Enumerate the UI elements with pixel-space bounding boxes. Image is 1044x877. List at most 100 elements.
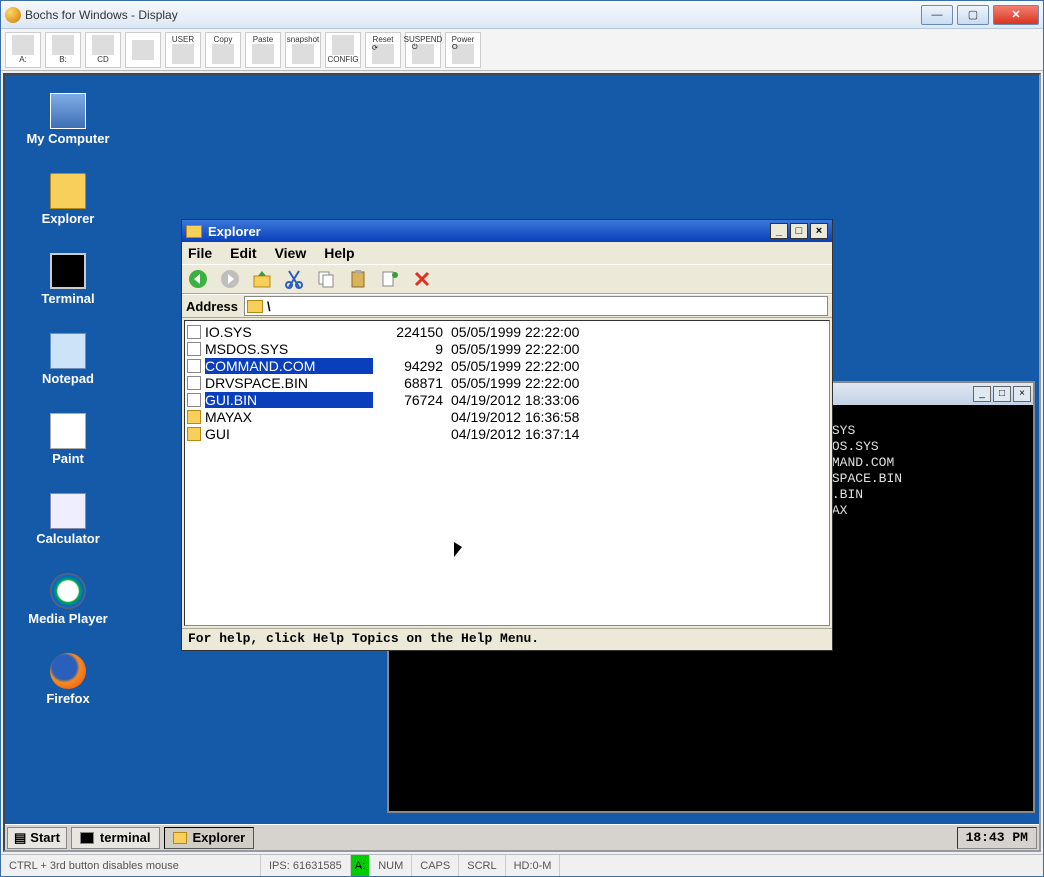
file-date: 05/05/1999 22:22:00	[451, 375, 579, 391]
file-date: 04/19/2012 18:33:06	[451, 392, 579, 408]
file-name: MSDOS.SYS	[205, 341, 373, 357]
taskbar-item-label: terminal	[100, 830, 151, 845]
floppy-a-button[interactable]: A:	[5, 32, 41, 68]
status-mouse: CTRL + 3rd button disables mouse	[1, 855, 261, 876]
file-size: 224150	[373, 324, 443, 340]
config-button[interactable]: CONFIG	[325, 32, 361, 68]
file-row[interactable]: DRVSPACE.BIN6887105/05/1999 22:22:00	[185, 374, 829, 391]
file-row[interactable]: MSDOS.SYS905/05/1999 22:22:00	[185, 340, 829, 357]
cd-button[interactable]: CD	[85, 32, 121, 68]
desktop-icon-notepad[interactable]: Notepad	[23, 333, 113, 386]
folder-icon	[247, 300, 263, 313]
terminal-close-button[interactable]: ×	[1013, 386, 1031, 402]
explorer-close-button[interactable]: ×	[810, 223, 828, 239]
file-icon	[187, 393, 201, 407]
taskbar: ▤ Start terminalExplorer 18:43 PM	[5, 824, 1039, 850]
file-row[interactable]: IO.SYS22415005/05/1999 22:22:00	[185, 323, 829, 340]
delete-button[interactable]	[410, 267, 434, 291]
bochs-titlebar[interactable]: Bochs for Windows - Display — ▢ ✕	[1, 1, 1043, 29]
snapshot-button[interactable]: snapshot	[285, 32, 321, 68]
file-row[interactable]: GUI.BIN76724 04/19/2012 18:33:06	[185, 391, 829, 408]
floppy-b-button[interactable]: B:	[45, 32, 81, 68]
properties-button[interactable]	[378, 267, 402, 291]
desktop-icon-label: Explorer	[23, 211, 113, 226]
file-row[interactable]: MAYAX04/19/2012 16:36:58	[185, 408, 829, 425]
file-row[interactable]: GUI04/19/2012 16:37:14	[185, 425, 829, 442]
address-value: \	[267, 299, 271, 314]
menu-file[interactable]: File	[188, 245, 212, 261]
copy-button[interactable]: Copy	[205, 32, 241, 68]
desktop-icon-firefox[interactable]: Firefox	[23, 653, 113, 706]
terminal-maximize-button[interactable]: □	[993, 386, 1011, 402]
back-button[interactable]	[186, 267, 210, 291]
file-icon	[187, 376, 201, 390]
menu-edit[interactable]: Edit	[230, 245, 256, 261]
desktop-icon-my-computer[interactable]: My Computer	[23, 93, 113, 146]
explorer-titlebar[interactable]: Explorer _ □ ×	[182, 220, 832, 242]
file-name: IO.SYS	[205, 324, 373, 340]
status-caps: CAPS	[412, 855, 459, 876]
forward-button[interactable]	[218, 267, 242, 291]
desktop-icon-label: Calculator	[23, 531, 113, 546]
desktop-icon-explorer[interactable]: Explorer	[23, 173, 113, 226]
paste-button[interactable]	[346, 267, 370, 291]
explorer-window[interactable]: Explorer _ □ × File Edit View Help	[181, 219, 833, 651]
status-ips: IPS: 61631585	[261, 855, 351, 876]
bochs-icon	[5, 7, 21, 23]
cut-button[interactable]	[282, 267, 306, 291]
menu-help[interactable]: Help	[324, 245, 354, 261]
explorer-minimize-button[interactable]: _	[770, 223, 788, 239]
minimize-button[interactable]: —	[921, 5, 953, 25]
status-hd: HD:0-M	[506, 855, 561, 876]
status-num: NUM	[370, 855, 412, 876]
notepad-icon	[50, 333, 86, 369]
terminal-minimize-button[interactable]: _	[973, 386, 991, 402]
firefox-icon	[50, 653, 86, 689]
folder-icon	[186, 225, 202, 238]
explorer-title: Explorer	[208, 224, 261, 239]
desktop-icon-calculator[interactable]: Calculator	[23, 493, 113, 546]
taskbar-item-explorer[interactable]: Explorer	[164, 827, 255, 849]
taskbar-item-terminal[interactable]: terminal	[71, 827, 160, 849]
bochs-statusbar: CTRL + 3rd button disables mouse IPS: 61…	[1, 854, 1043, 876]
file-row[interactable]: COMMAND.COM9429205/05/1999 22:22:00	[185, 357, 829, 374]
file-date: 05/05/1999 22:22:00	[451, 358, 579, 374]
status-drive: A:	[351, 855, 370, 876]
copy-button[interactable]	[314, 267, 338, 291]
desktop-icon-label: Media Player	[23, 611, 113, 626]
maximize-button[interactable]: ▢	[957, 5, 989, 25]
computer-icon	[50, 93, 86, 129]
explorer-maximize-button[interactable]: □	[790, 223, 808, 239]
file-size: 9	[373, 341, 443, 357]
mouse-button[interactable]	[125, 32, 161, 68]
up-button[interactable]	[250, 267, 274, 291]
taskbar-item-label: Explorer	[193, 830, 246, 845]
paste-button[interactable]: Paste	[245, 32, 281, 68]
file-size: 76724	[373, 392, 443, 408]
status-scrl: SCRL	[459, 855, 505, 876]
explorer-file-list[interactable]: IO.SYS22415005/05/1999 22:22:00MSDOS.SYS…	[184, 320, 830, 626]
close-button[interactable]: ✕	[993, 5, 1039, 25]
desktop-icon-media-player[interactable]: Media Player	[23, 573, 113, 626]
menu-view[interactable]: View	[275, 245, 307, 261]
desktop-icon-label: Terminal	[23, 291, 113, 306]
bochs-toolbar: A: B: CD USER Copy Paste snapshot CONFIG…	[1, 29, 1043, 71]
user-button[interactable]: USER	[165, 32, 201, 68]
start-icon: ▤	[14, 830, 26, 846]
explorer-toolbar	[182, 264, 832, 294]
reset-button[interactable]: Reset⟳	[365, 32, 401, 68]
address-input[interactable]: \	[244, 296, 828, 316]
file-icon	[187, 325, 201, 339]
desktop-icon-terminal[interactable]: Terminal	[23, 253, 113, 306]
file-name: GUI.BIN	[205, 392, 373, 408]
explorer-address-bar: Address \	[182, 294, 832, 318]
file-name: GUI	[205, 426, 373, 442]
start-button[interactable]: ▤ Start	[7, 827, 67, 849]
desktop-icon-label: Firefox	[23, 691, 113, 706]
suspend-button[interactable]: SUSPEND⏻	[405, 32, 441, 68]
folder-icon	[50, 173, 86, 209]
power-button[interactable]: Power⭘	[445, 32, 481, 68]
desktop-icon-paint[interactable]: Paint	[23, 413, 113, 466]
emulated-desktop[interactable]: My Computer Explorer Terminal Notepad Paint C…	[3, 73, 1041, 852]
desktop-icon-label: Notepad	[23, 371, 113, 386]
